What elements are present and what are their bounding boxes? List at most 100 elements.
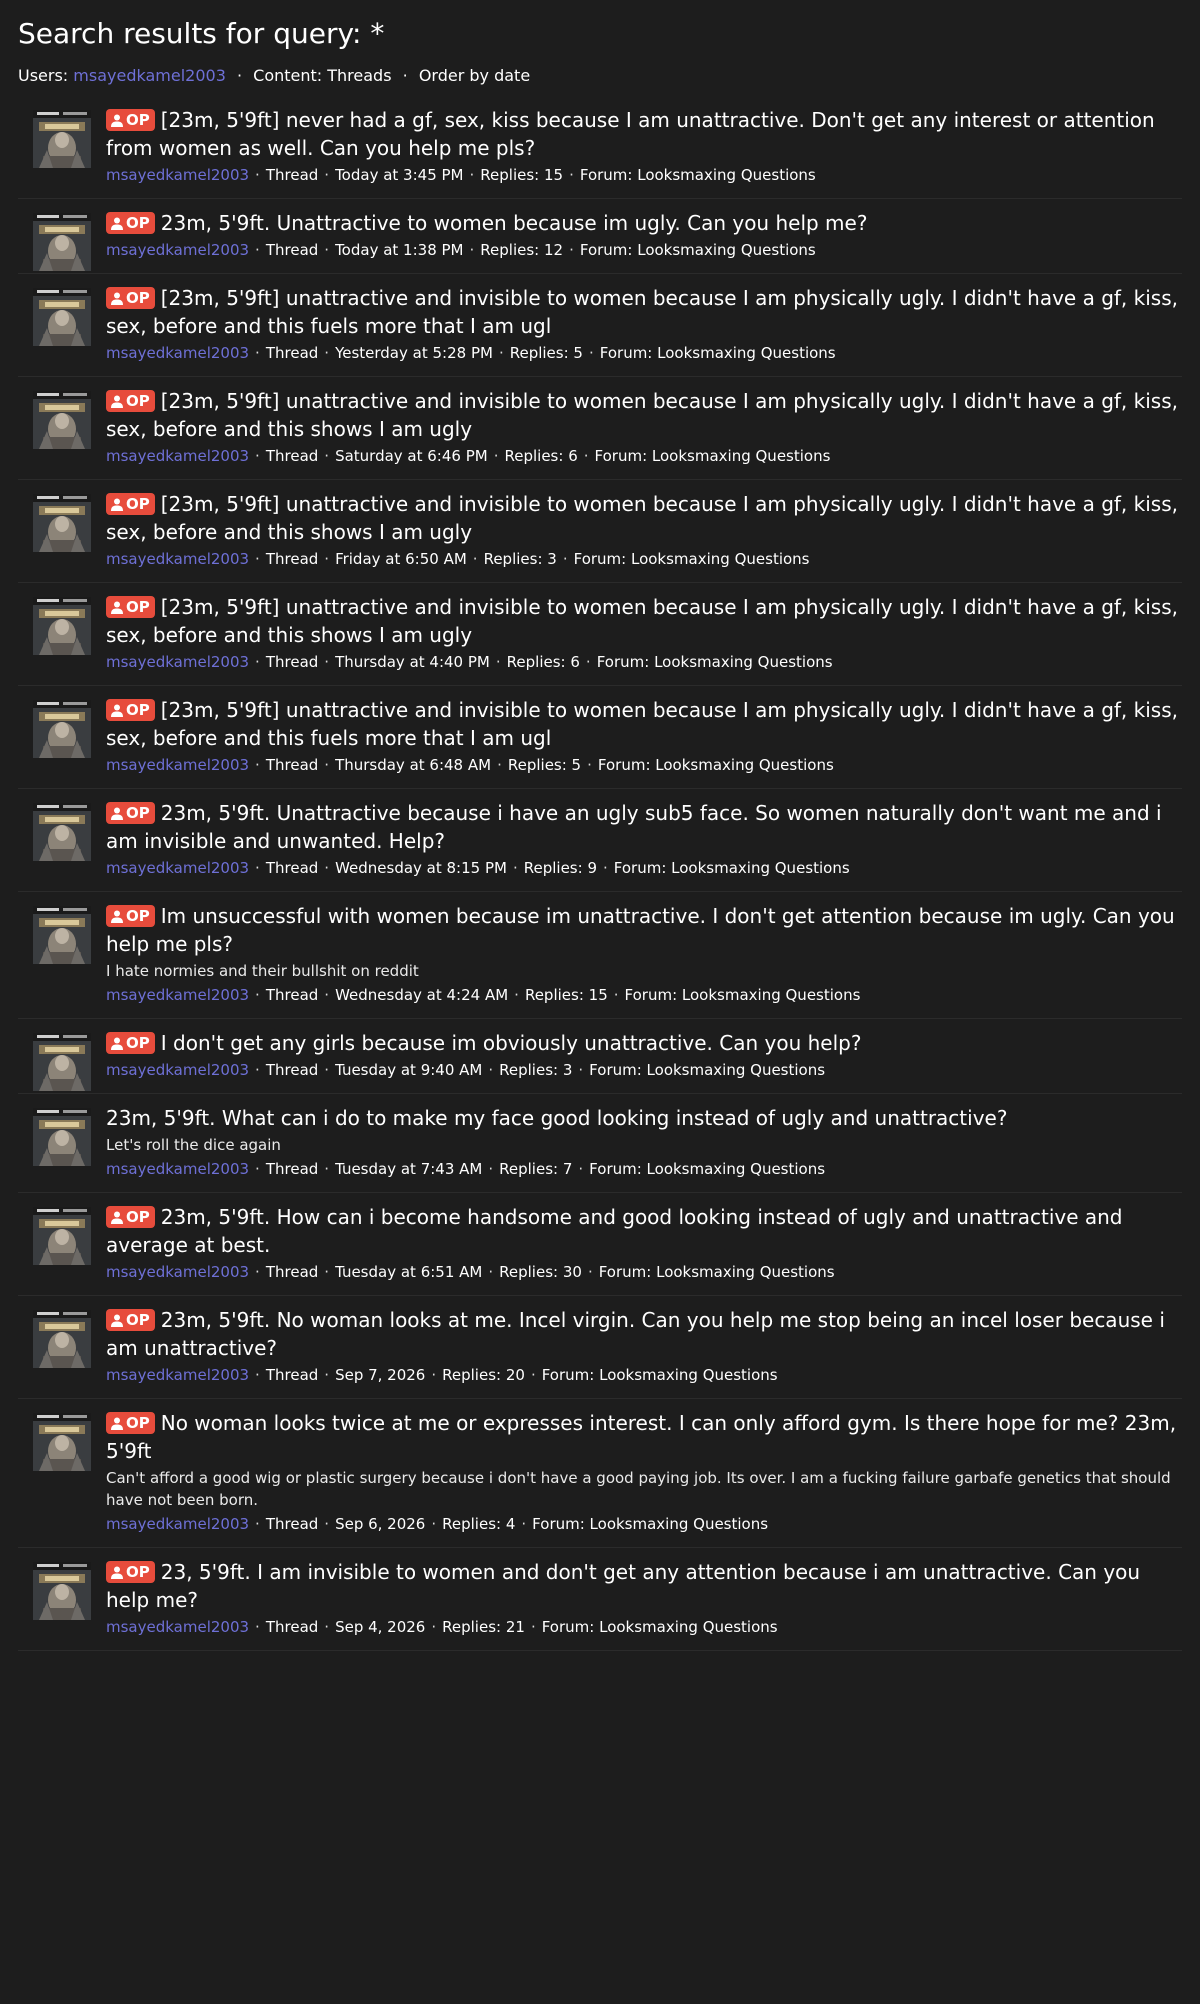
forum-link[interactable]: Forum: Looksmaxing Questions <box>600 344 836 362</box>
thread-title[interactable]: OP [23m, 5'9ft] unattractive and invisibl… <box>106 696 1182 752</box>
forum-link[interactable]: Forum: Looksmaxing Questions <box>595 447 831 465</box>
forum-link[interactable]: Forum: Looksmaxing Questions <box>542 1366 778 1384</box>
op-badge-label: OP <box>126 1414 150 1432</box>
author-link[interactable]: msayedkamel2003 <box>106 859 249 877</box>
avatar[interactable] <box>33 110 91 168</box>
op-badge-label: OP <box>126 392 150 410</box>
user-icon <box>111 217 123 230</box>
thread-title-text[interactable]: No woman looks twice at me or expresses … <box>106 1411 1176 1463</box>
thread-title[interactable]: OP [23m, 5'9ft] unattractive and invisibl… <box>106 593 1182 649</box>
thread-title-text[interactable]: 23m, 5'9ft. What can i do to make my fac… <box>106 1106 1007 1130</box>
thread-title[interactable]: OP [23m, 5'9ft] unattractive and invisibl… <box>106 387 1182 443</box>
forum-link[interactable]: Forum: Looksmaxing Questions <box>589 1061 825 1079</box>
separator-dot: · <box>488 1263 494 1281</box>
author-link[interactable]: msayedkamel2003 <box>106 166 249 184</box>
thread-title-text[interactable]: 23, 5'9ft. I am invisible to women and d… <box>106 1560 1140 1612</box>
thread-title-text[interactable]: Im unsuccessful with women because im un… <box>106 904 1175 956</box>
forum-link[interactable]: Forum: Looksmaxing Questions <box>625 986 861 1004</box>
author-link[interactable]: msayedkamel2003 <box>106 986 249 1004</box>
thread-title-text[interactable]: I don't get any girls because im obvious… <box>161 1031 862 1055</box>
forum-link[interactable]: Forum: Looksmaxing Questions <box>580 166 816 184</box>
avatar[interactable] <box>33 288 91 346</box>
thread-title[interactable]: OP [23m, 5'9ft] never had a gf, sex, kiss… <box>106 106 1182 162</box>
thread-title-text[interactable]: [23m, 5'9ft] never had a gf, sex, kiss b… <box>106 108 1155 160</box>
thread-title[interactable]: 23m, 5'9ft. What can i do to make my fac… <box>106 1104 1182 1132</box>
avatar[interactable] <box>33 1108 91 1166</box>
separator-dot: · <box>255 1160 260 1178</box>
thread-title[interactable]: OP No woman looks twice at me or expresse… <box>106 1409 1182 1465</box>
forum-link[interactable]: Forum: Looksmaxing Questions <box>580 241 816 259</box>
thread-title-text[interactable]: 23m, 5'9ft. How can i become handsome an… <box>106 1205 1123 1257</box>
forum-link[interactable]: Forum: Looksmaxing Questions <box>614 859 850 877</box>
author-link[interactable]: msayedkamel2003 <box>106 550 249 568</box>
avatar[interactable] <box>33 494 91 552</box>
thread-title-text[interactable]: [23m, 5'9ft] unattractive and invisible … <box>106 389 1178 441</box>
separator-dot: · <box>255 1366 260 1384</box>
user-icon <box>111 601 123 614</box>
thread-title-text[interactable]: 23m, 5'9ft. Unattractive because i have … <box>106 801 1162 853</box>
thread-title-text[interactable]: 23m, 5'9ft. No woman looks at me. Incel … <box>106 1308 1165 1360</box>
op-badge-label: OP <box>126 1563 150 1581</box>
avatar[interactable] <box>33 1413 91 1471</box>
avatar[interactable] <box>33 1562 91 1620</box>
forum-link[interactable]: Forum: Looksmaxing Questions <box>574 550 810 568</box>
avatar[interactable] <box>33 1310 91 1368</box>
avatar[interactable] <box>33 213 91 271</box>
thread-title-text[interactable]: [23m, 5'9ft] unattractive and invisible … <box>106 595 1178 647</box>
thread-title-text[interactable]: [23m, 5'9ft] unattractive and invisible … <box>106 286 1178 338</box>
search-result-item: OP [23m, 5'9ft] unattractive and invisibl… <box>18 377 1182 480</box>
avatar[interactable] <box>33 597 91 655</box>
thread-title-text[interactable]: [23m, 5'9ft] unattractive and invisible … <box>106 698 1178 750</box>
user-icon <box>111 1566 123 1579</box>
op-badge: OP <box>106 287 155 309</box>
forum-link[interactable]: Forum: Looksmaxing Questions <box>589 1160 825 1178</box>
author-link[interactable]: msayedkamel2003 <box>106 1618 249 1636</box>
thread-title[interactable]: OP [23m, 5'9ft] unattractive and invisibl… <box>106 284 1182 340</box>
thread-title-text[interactable]: [23m, 5'9ft] unattractive and invisible … <box>106 492 1178 544</box>
author-link[interactable]: msayedkamel2003 <box>106 344 249 362</box>
thread-title[interactable]: OP 23m, 5'9ft. Unattractive because i hav… <box>106 799 1182 855</box>
author-link[interactable]: msayedkamel2003 <box>106 756 249 774</box>
thread-title[interactable]: OP Im unsuccessful with women because im … <box>106 902 1182 958</box>
avatar[interactable] <box>33 803 91 861</box>
separator-dot: · <box>603 859 608 877</box>
thread-title[interactable]: OP I don't get any girls because im obvio… <box>106 1029 1182 1057</box>
reply-count: Replies: 4 <box>442 1515 516 1533</box>
forum-link[interactable]: Forum: Looksmaxing Questions <box>599 1263 835 1281</box>
op-badge: OP <box>106 109 155 131</box>
forum-link[interactable]: Forum: Looksmaxing Questions <box>597 653 833 671</box>
forum-link[interactable]: Forum: Looksmaxing Questions <box>532 1515 768 1533</box>
avatar[interactable] <box>33 700 91 758</box>
forum-link[interactable]: Forum: Looksmaxing Questions <box>598 756 834 774</box>
search-result-item: OP 23m, 5'9ft. Unattractive to women beca… <box>18 199 1182 274</box>
separator-dot: · <box>324 1618 330 1636</box>
author-link[interactable]: msayedkamel2003 <box>106 1366 249 1384</box>
op-badge: OP <box>106 1032 155 1054</box>
avatar[interactable] <box>33 906 91 964</box>
avatar[interactable] <box>33 391 91 449</box>
avatar[interactable] <box>33 1207 91 1265</box>
search-result-item: OP 23m, 5'9ft. No woman looks at me. Ince… <box>18 1296 1182 1399</box>
author-link[interactable]: msayedkamel2003 <box>106 653 249 671</box>
thread-title[interactable]: OP 23m, 5'9ft. No woman looks at me. Ince… <box>106 1306 1182 1362</box>
separator-dot: · <box>402 66 408 85</box>
reply-count: Replies: 12 <box>480 241 564 259</box>
author-link[interactable]: msayedkamel2003 <box>106 1515 249 1533</box>
thread-title[interactable]: OP 23m, 5'9ft. How can i become handsome … <box>106 1203 1182 1259</box>
op-badge-label: OP <box>126 598 150 616</box>
op-badge-label: OP <box>126 214 150 232</box>
thread-title[interactable]: OP 23m, 5'9ft. Unattractive to women beca… <box>106 209 1182 237</box>
filter-user-link[interactable]: msayedkamel2003 <box>73 66 226 85</box>
thread-title[interactable]: OP 23, 5'9ft. I am invisible to women and… <box>106 1558 1182 1614</box>
thread-date: Tuesday at 7:43 AM <box>335 1160 483 1178</box>
author-link[interactable]: msayedkamel2003 <box>106 1263 249 1281</box>
author-link[interactable]: msayedkamel2003 <box>106 447 249 465</box>
search-result-item: 23m, 5'9ft. What can i do to make my fac… <box>18 1094 1182 1193</box>
author-link[interactable]: msayedkamel2003 <box>106 1061 249 1079</box>
author-link[interactable]: msayedkamel2003 <box>106 241 249 259</box>
thread-title-text[interactable]: 23m, 5'9ft. Unattractive to women becaus… <box>161 211 868 235</box>
thread-title[interactable]: OP [23m, 5'9ft] unattractive and invisibl… <box>106 490 1182 546</box>
author-link[interactable]: msayedkamel2003 <box>106 1160 249 1178</box>
avatar[interactable] <box>33 1033 91 1091</box>
forum-link[interactable]: Forum: Looksmaxing Questions <box>542 1618 778 1636</box>
